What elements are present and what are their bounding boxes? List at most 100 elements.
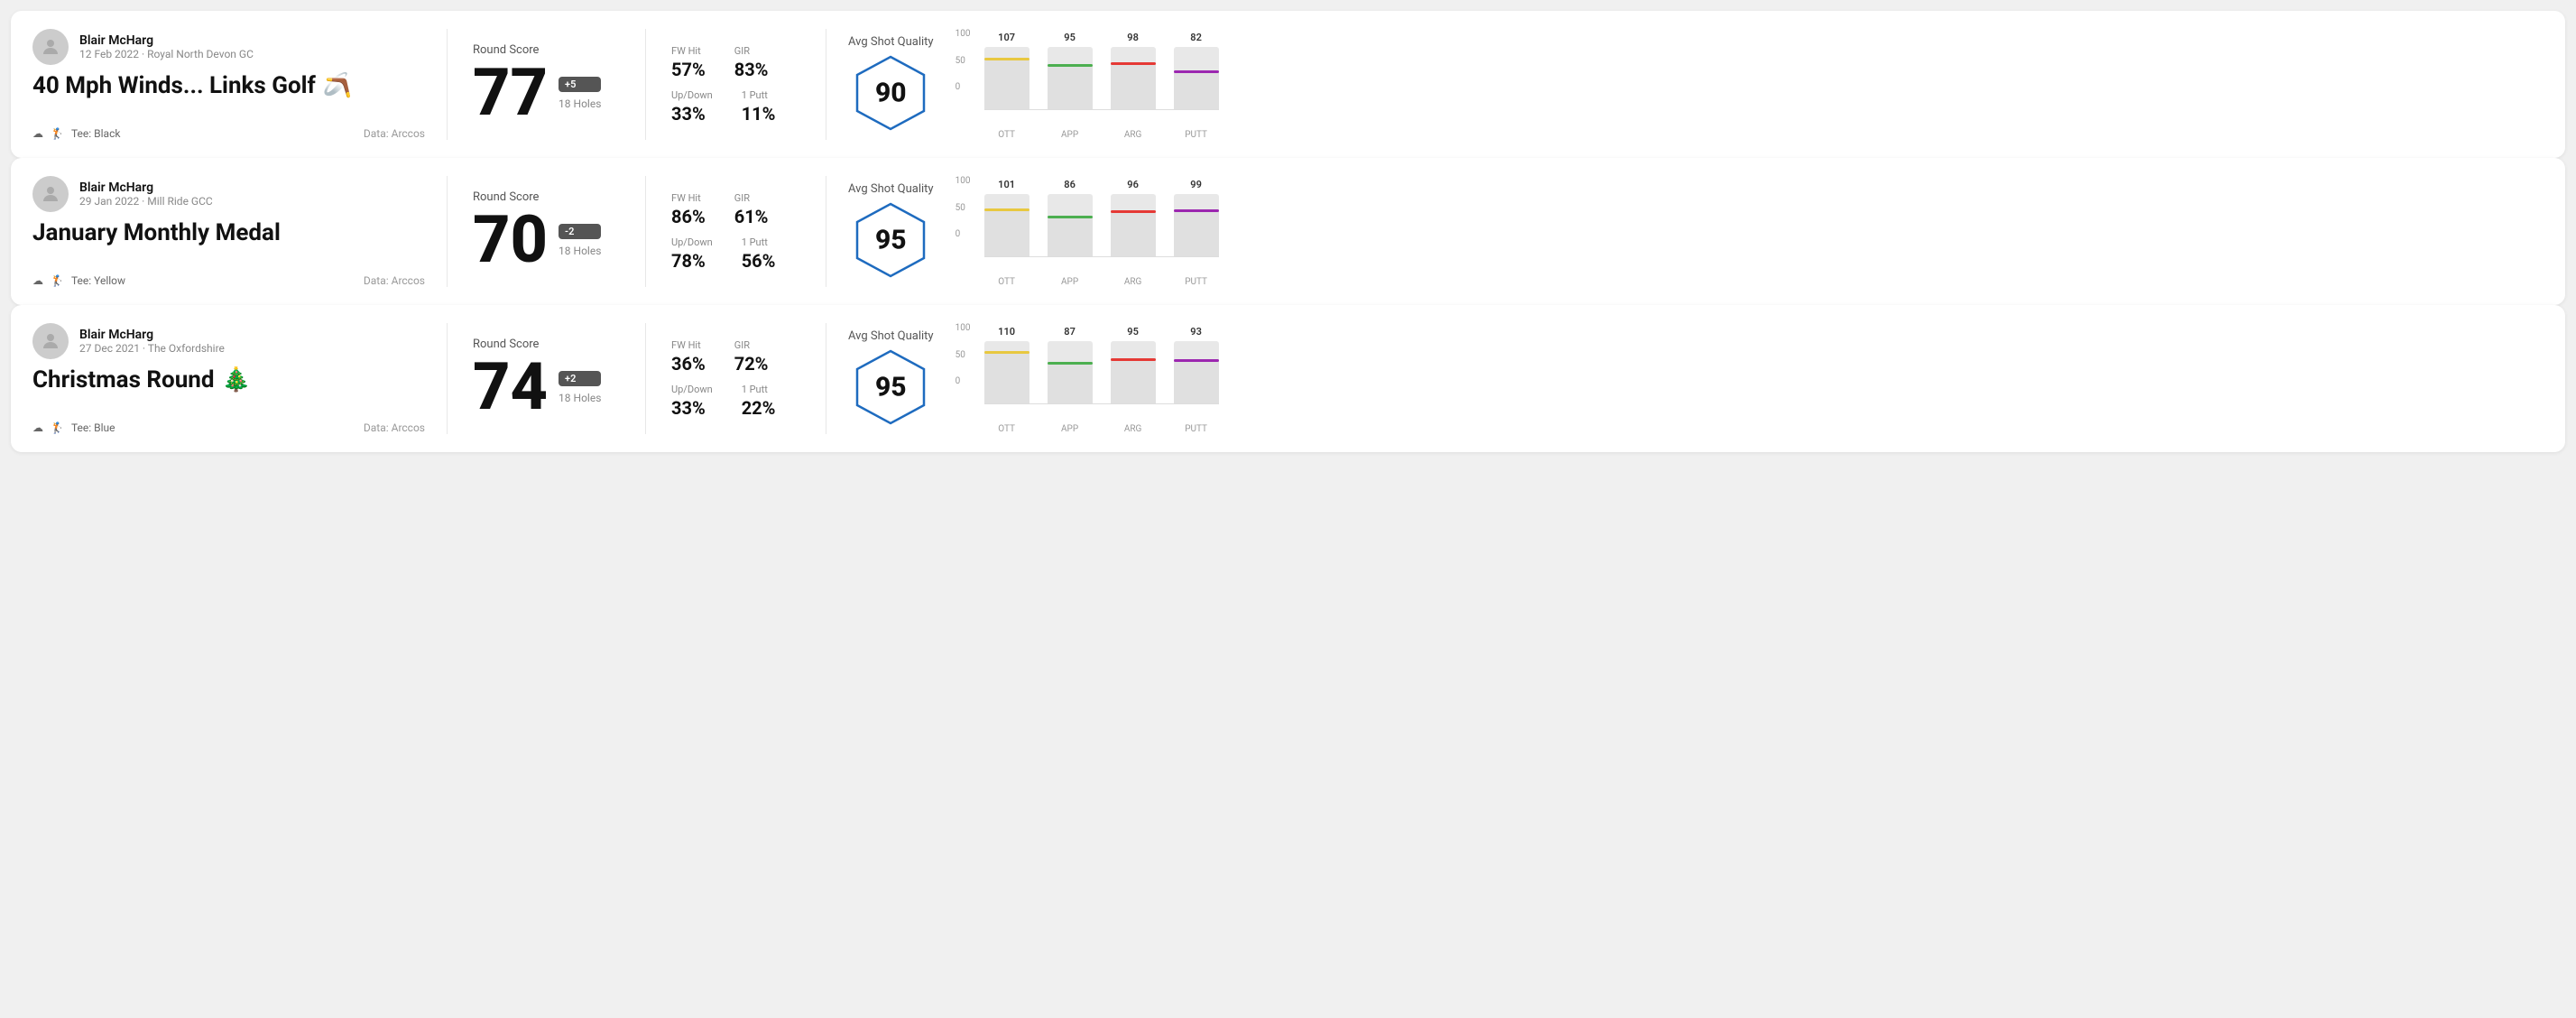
stat-updown: Up/Down 33%: [671, 384, 713, 419]
round-title: Christmas Round 🎄: [32, 366, 425, 393]
updown-value: 33%: [671, 103, 713, 125]
oneputt-value: 22%: [742, 397, 776, 419]
data-source: Data: Arccos: [364, 421, 425, 434]
avg-shot-quality-label: Avg Shot Quality: [848, 329, 934, 343]
user-name: Blair McHarg: [79, 180, 213, 195]
hexagon-container: Avg Shot Quality 95: [848, 182, 934, 281]
score-modifier-badge: +2: [559, 371, 601, 386]
holes-label: 18 Holes: [559, 245, 601, 257]
score-number: 74: [473, 355, 548, 420]
quality-score: 95: [875, 225, 907, 256]
bar-axis-label: PUTT: [1174, 277, 1219, 287]
stats-row-bottom: Up/Down 33% 1 Putt 22%: [671, 384, 800, 419]
tee-info: ☁ 🏌 Tee: Black: [32, 127, 120, 140]
data-source: Data: Arccos: [364, 274, 425, 287]
fw-hit-value: 36%: [671, 353, 706, 375]
bar-group: 93: [1174, 326, 1219, 404]
bar-group: 98: [1111, 32, 1156, 110]
user-row: Blair McHarg 12 Feb 2022 · Royal North D…: [32, 29, 425, 65]
hexagon: 95: [850, 347, 931, 428]
bar-group: 107: [984, 32, 1029, 110]
bar-axis-label: PUTT: [1174, 130, 1219, 140]
user-row: Blair McHarg 27 Dec 2021 · The Oxfordshi…: [32, 323, 425, 359]
bar-group: 95: [1048, 32, 1093, 110]
avg-shot-quality-label: Avg Shot Quality: [848, 35, 934, 49]
bar-axis-label: PUTT: [1174, 424, 1219, 434]
bar-axis-label: APP: [1048, 277, 1093, 287]
card-quality: Avg Shot Quality 90 100500 107 95: [826, 29, 2544, 140]
bar-group: 82: [1174, 32, 1219, 110]
bar-group: 86: [1048, 179, 1093, 257]
avatar: [32, 323, 69, 359]
stat-fw-hit: FW Hit 86%: [671, 192, 706, 227]
stat-gir: GIR 72%: [734, 339, 769, 375]
user-info: Blair McHarg 29 Jan 2022 · Mill Ride GCC: [79, 180, 213, 208]
hexagon: 90: [850, 52, 931, 134]
bar-axis-label: ARG: [1111, 424, 1156, 434]
card-bottom: ☁ 🏌 Tee: Blue Data: Arccos: [32, 421, 425, 434]
stats-row-top: FW Hit 57% GIR 83%: [671, 45, 800, 80]
card-stats: FW Hit 36% GIR 72% Up/Down 33% 1 Putt 22…: [646, 323, 826, 434]
fw-hit-label: FW Hit: [671, 339, 706, 351]
bar-group: 96: [1111, 179, 1156, 257]
bar-group: 87: [1048, 326, 1093, 404]
score-number: 77: [473, 60, 548, 125]
title-emoji: 🪃: [323, 72, 352, 99]
tee-info: ☁ 🏌 Tee: Yellow: [32, 274, 125, 287]
score-main: 77 +5 18 Holes: [473, 60, 620, 125]
score-main: 70 -2 18 Holes: [473, 208, 620, 273]
oneputt-label: 1 Putt: [742, 89, 776, 101]
round-title: January Monthly Medal: [32, 219, 425, 246]
gir-value: 61%: [734, 206, 769, 227]
gir-value: 72%: [734, 353, 769, 375]
user-name: Blair McHarg: [79, 328, 225, 342]
card-quality: Avg Shot Quality 95 100500 110 87: [826, 323, 2544, 434]
stat-gir: GIR 83%: [734, 45, 769, 80]
user-date: 27 Dec 2021 · The Oxfordshire: [79, 342, 225, 355]
bar-axis-label: OTT: [984, 130, 1029, 140]
card-left: Blair McHarg 29 Jan 2022 · Mill Ride GCC…: [32, 176, 448, 287]
card-left: Blair McHarg 27 Dec 2021 · The Oxfordshi…: [32, 323, 448, 434]
fw-hit-value: 57%: [671, 59, 706, 80]
bar-value: 110: [998, 326, 1015, 338]
card-score: Round Score 74 +2 18 Holes: [448, 323, 646, 434]
score-badge: -2 18 Holes: [559, 224, 601, 257]
card-stats: FW Hit 86% GIR 61% Up/Down 78% 1 Putt 56…: [646, 176, 826, 287]
score-number: 70: [473, 208, 548, 273]
bar-value: 96: [1127, 179, 1139, 190]
bar-value: 95: [1064, 32, 1076, 43]
stat-fw-hit: FW Hit 57%: [671, 45, 706, 80]
gir-label: GIR: [734, 45, 769, 57]
hexagon-container: Avg Shot Quality 90: [848, 35, 934, 134]
stat-updown: Up/Down 78%: [671, 236, 713, 272]
round-card: Blair McHarg 29 Jan 2022 · Mill Ride GCC…: [11, 158, 2565, 305]
card-score: Round Score 77 +5 18 Holes: [448, 29, 646, 140]
stat-oneputt: 1 Putt 22%: [742, 384, 776, 419]
title-emoji: 🎄: [222, 366, 251, 393]
bar-axis-label: OTT: [984, 424, 1029, 434]
weather-icon: ☁: [32, 421, 43, 434]
fw-hit-value: 86%: [671, 206, 706, 227]
card-score: Round Score 70 -2 18 Holes: [448, 176, 646, 287]
score-modifier-badge: +5: [559, 77, 601, 92]
tee-label: Tee: Yellow: [71, 274, 125, 287]
stat-oneputt: 1 Putt 11%: [742, 89, 776, 125]
bar-axis-label: APP: [1048, 424, 1093, 434]
bar-value: 87: [1064, 326, 1076, 338]
bar-value: 107: [998, 32, 1015, 43]
fw-hit-label: FW Hit: [671, 45, 706, 57]
user-date: 29 Jan 2022 · Mill Ride GCC: [79, 195, 213, 208]
holes-label: 18 Holes: [559, 392, 601, 404]
hexagon: 95: [850, 199, 931, 281]
avg-shot-quality-label: Avg Shot Quality: [848, 182, 934, 196]
card-left: Blair McHarg 12 Feb 2022 · Royal North D…: [32, 29, 448, 140]
updown-label: Up/Down: [671, 236, 713, 248]
bar-value: 101: [998, 179, 1015, 190]
oneputt-label: 1 Putt: [742, 236, 776, 248]
user-row: Blair McHarg 29 Jan 2022 · Mill Ride GCC: [32, 176, 425, 212]
bar-axis-label: ARG: [1111, 130, 1156, 140]
avatar: [32, 176, 69, 212]
user-info: Blair McHarg 12 Feb 2022 · Royal North D…: [79, 33, 254, 60]
user-date: 12 Feb 2022 · Royal North Devon GC: [79, 48, 254, 60]
card-bottom: ☁ 🏌 Tee: Yellow Data: Arccos: [32, 274, 425, 287]
